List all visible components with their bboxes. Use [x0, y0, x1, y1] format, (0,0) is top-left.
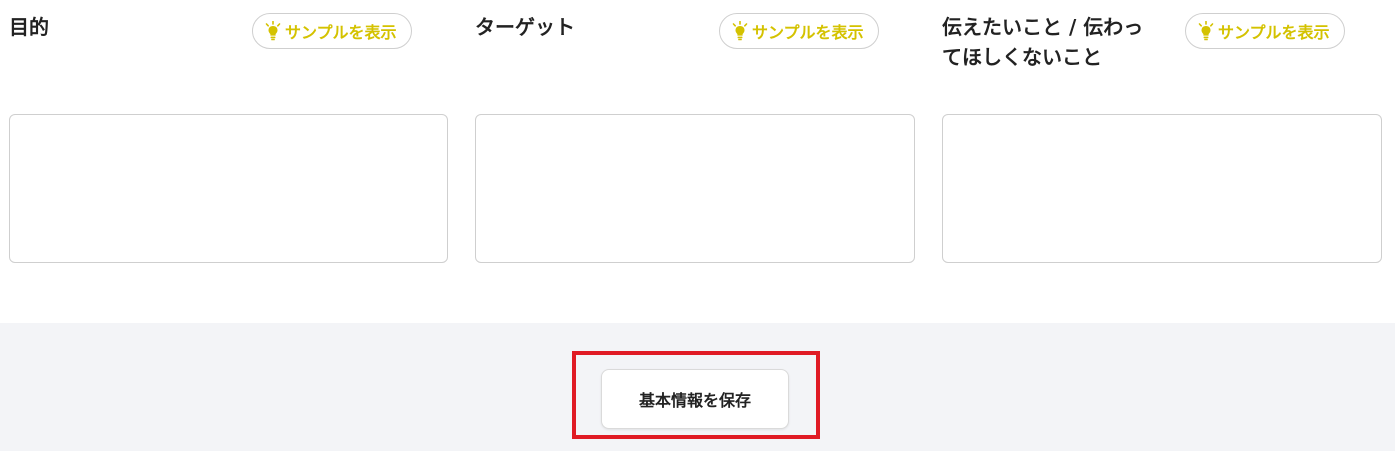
field-purpose: 目的 サンプルを表示 — [9, 0, 448, 323]
field-label-target: ターゲット — [475, 15, 575, 39]
show-sample-label: サンプルを表示 — [1218, 25, 1330, 42]
target-textarea[interactable] — [475, 114, 915, 263]
purpose-textarea[interactable] — [9, 114, 448, 263]
show-sample-button-target[interactable]: サンプルを表示 — [719, 13, 879, 49]
field-message: 伝えたいこと / 伝わっ てほしくないこと サンプルを表示 — [942, 0, 1382, 323]
lightbulb-icon — [265, 21, 281, 41]
lightbulb-icon — [732, 21, 748, 41]
show-sample-button-purpose[interactable]: サンプルを表示 — [252, 13, 412, 49]
show-sample-label: サンプルを表示 — [285, 25, 397, 42]
field-label-purpose: 目的 — [9, 15, 49, 39]
field-target: ターゲット サンプルを表示 — [475, 0, 915, 323]
field-label-message: 伝えたいこと / 伝わっ てほしくないこと — [942, 15, 1144, 69]
show-sample-label: サンプルを表示 — [752, 25, 864, 42]
lightbulb-icon — [1198, 21, 1214, 41]
form-fields: 目的 サンプルを表示 ターゲット サンプルを表示 伝えたいこと / 伝わっ てほ… — [0, 0, 1395, 323]
footer-bar: 基本情報を保存 — [0, 323, 1395, 451]
message-textarea[interactable] — [942, 114, 1382, 263]
save-basic-info-button[interactable]: 基本情報を保存 — [601, 369, 789, 429]
show-sample-button-message[interactable]: サンプルを表示 — [1185, 13, 1345, 49]
